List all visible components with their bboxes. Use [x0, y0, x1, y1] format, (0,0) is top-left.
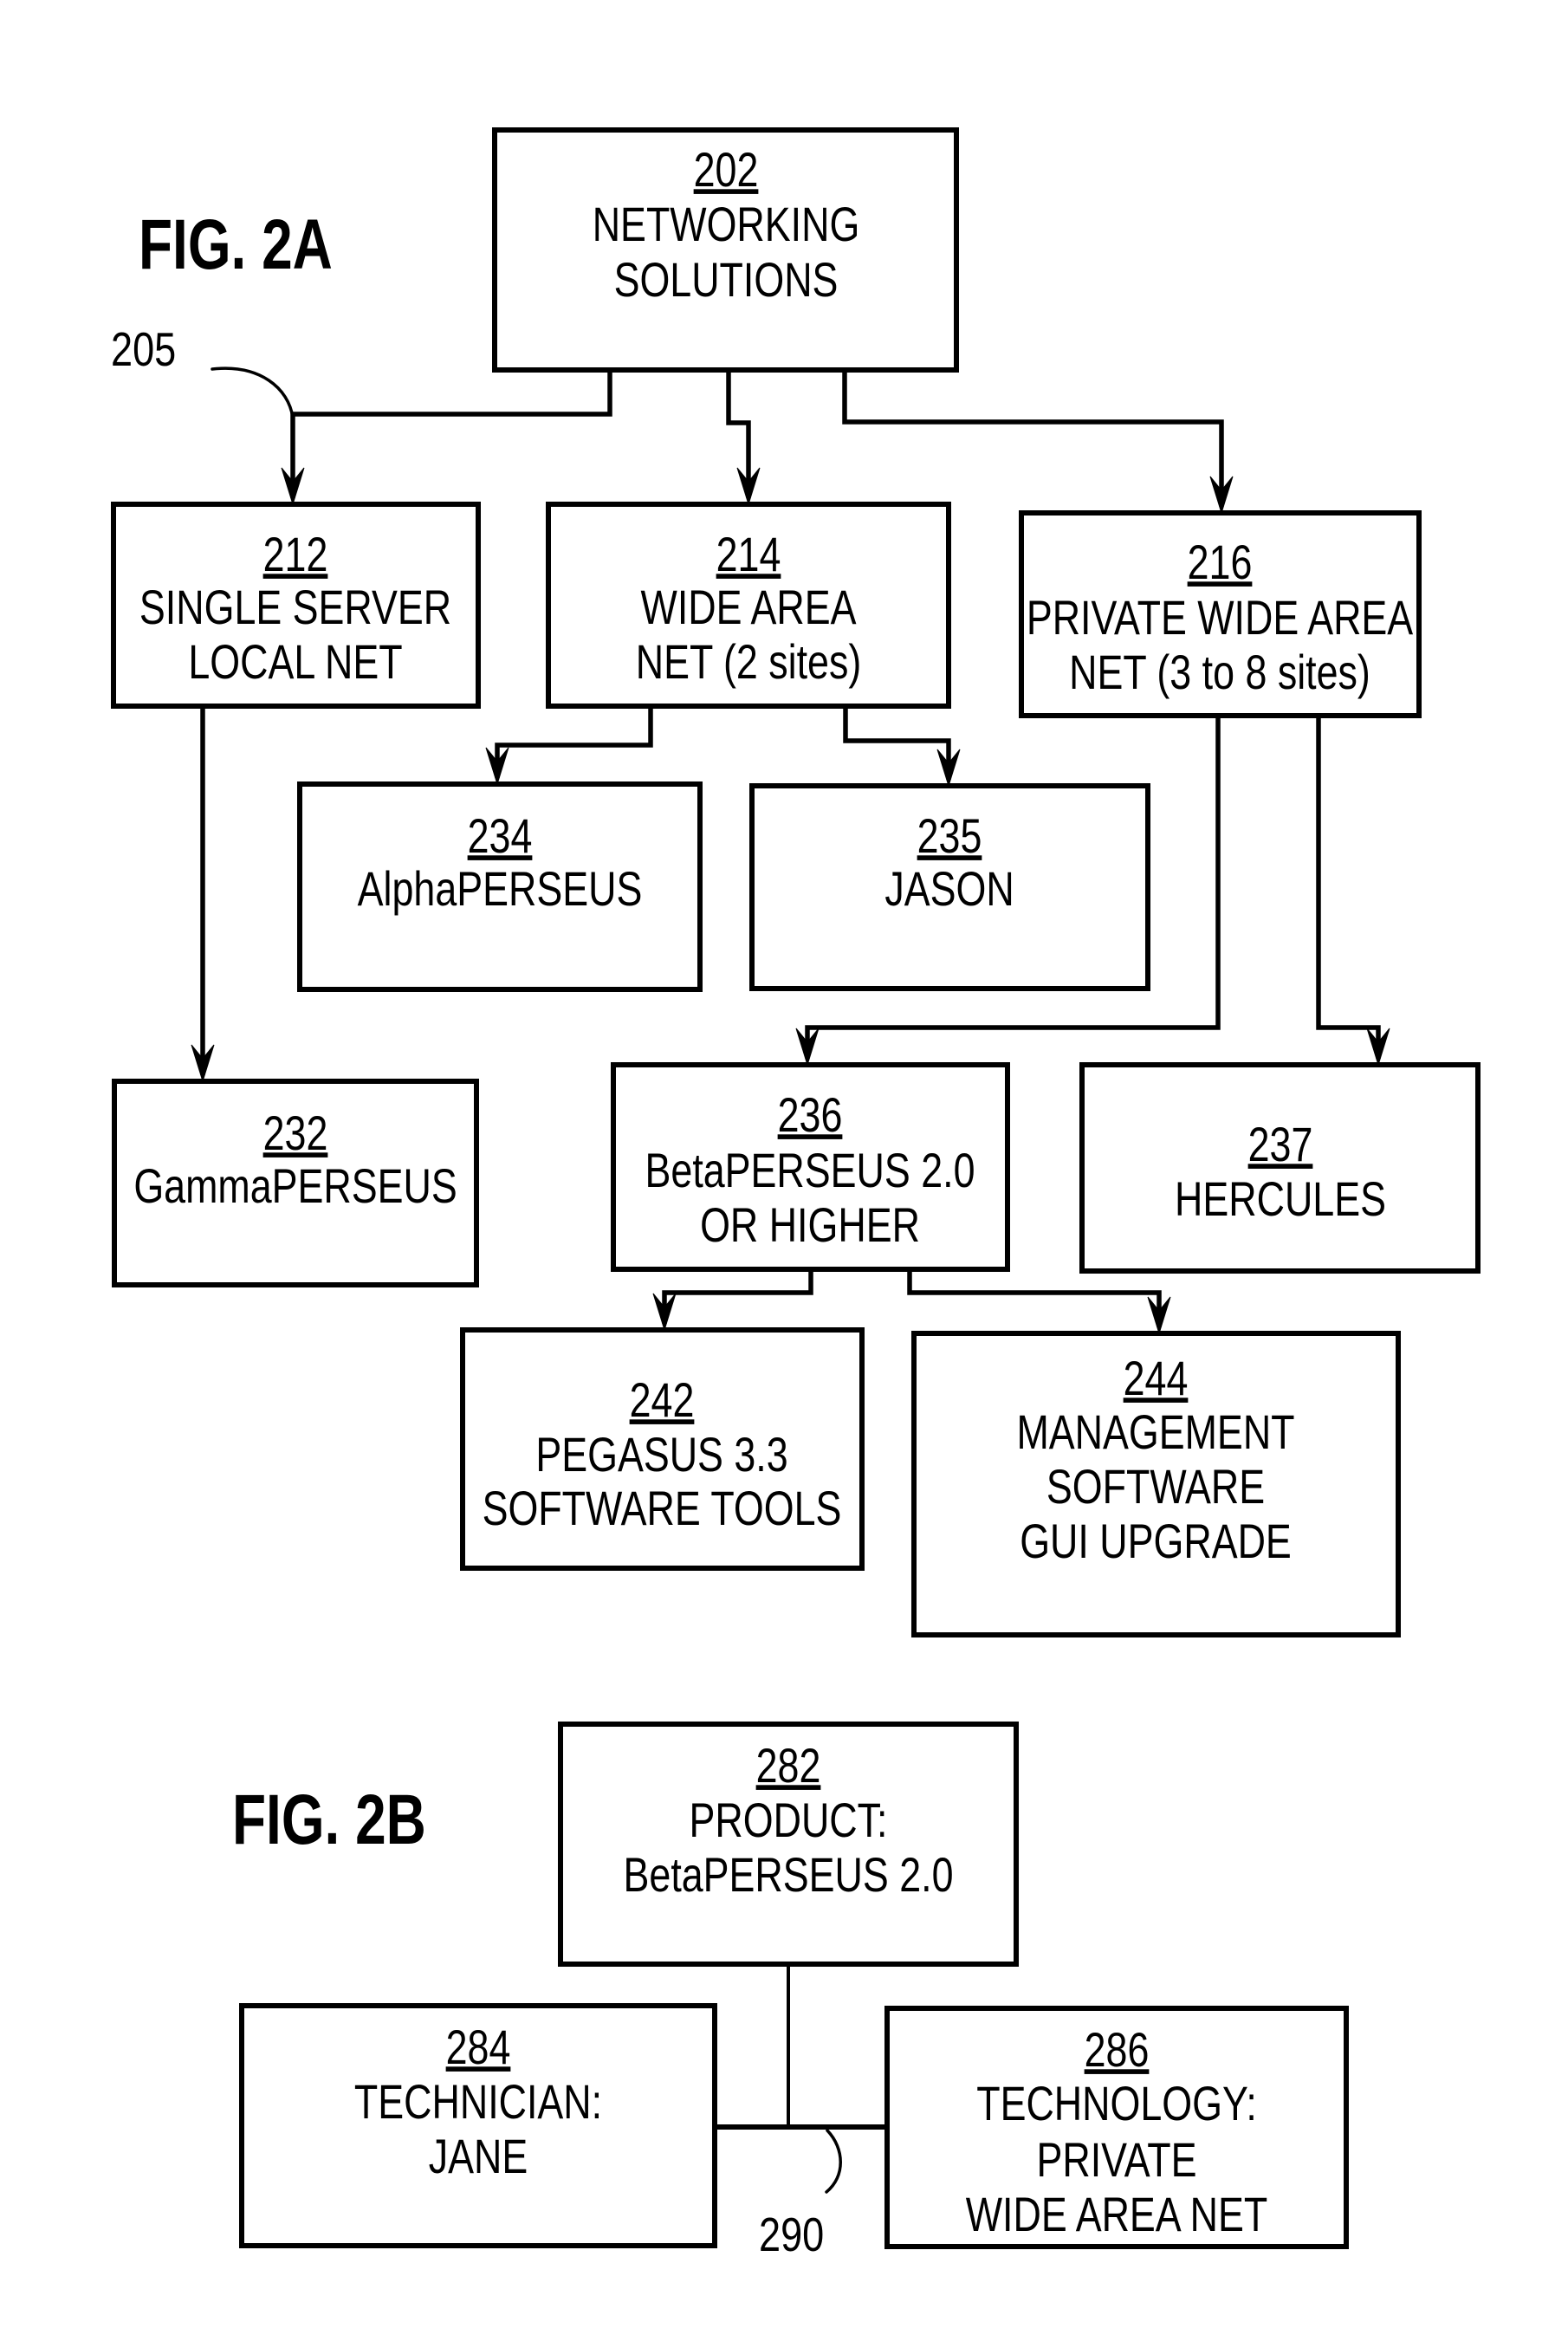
- box-244-management-software[interactable]: 244 MANAGEMENT SOFTWARE GUI UPGRADE: [911, 1331, 1401, 1637]
- figure-2b: FIG. 2B 290 282 PRODUCT: BetaPERSEUS 2.0…: [232, 1722, 1349, 2261]
- box-236-line-2: OR HIGHER: [700, 1197, 920, 1252]
- box-216-private-wide-area-net[interactable]: 216 PRIVATE WIDE AREA NET (3 to 8 sites): [1019, 510, 1422, 718]
- box-214-wide-area-net[interactable]: 214 WIDE AREA NET (2 sites): [546, 502, 951, 709]
- box-286-technology[interactable]: 286 TECHNOLOGY: PRIVATE WIDE AREA NET: [884, 2006, 1349, 2249]
- callout-label-205: 205: [111, 322, 176, 376]
- box-242-ref: 242: [630, 1372, 695, 1427]
- box-202-ref: 202: [694, 142, 759, 197]
- box-286-ref: 286: [1085, 2022, 1150, 2077]
- connector-202-to-212: [290, 367, 612, 498]
- box-202-line-1: NETWORKING: [593, 197, 860, 251]
- box-242-line-1: PEGASUS 3.3: [535, 1427, 787, 1482]
- connector-214-to-235: [843, 704, 951, 780]
- callout-leader-290: [825, 2129, 842, 2194]
- box-237-ref: 237: [1248, 1117, 1313, 1171]
- box-212-ref: 212: [263, 527, 328, 581]
- box-282-line-1: PRODUCT:: [690, 1793, 888, 1847]
- callout-label-290: 290: [759, 2208, 824, 2261]
- box-216-line-1: PRIVATE WIDE AREA: [1027, 590, 1414, 645]
- box-236-betaperseus[interactable]: 236 BetaPERSEUS 2.0 OR HIGHER: [611, 1062, 1010, 1272]
- box-235-jason[interactable]: 235 JASON: [749, 783, 1150, 991]
- box-202-networking-solutions[interactable]: 202 NETWORKING SOLUTIONS: [492, 127, 959, 373]
- box-216-ref: 216: [1188, 535, 1253, 589]
- patent-figure-canvas: FIG. 2A 205 202 NETWORKING SOLUTIONS 212…: [111, 127, 1481, 2261]
- callout-leader-205: [211, 366, 295, 419]
- box-286-line-2: PRIVATE: [1036, 2132, 1196, 2187]
- connector-202-to-216: [842, 367, 1224, 507]
- box-214-line-1: WIDE AREA: [641, 580, 857, 634]
- box-282-line-2: BetaPERSEUS 2.0: [624, 1847, 954, 1902]
- box-232-gammaperseus[interactable]: 232 GammaPERSEUS: [112, 1079, 479, 1287]
- box-212-line-2: LOCAL NET: [188, 634, 402, 689]
- box-232-line-1: GammaPERSEUS: [133, 1158, 457, 1213]
- box-212-line-1: SINGLE SERVER: [139, 580, 451, 634]
- connector-236-to-242: [662, 1267, 813, 1324]
- box-236-ref: 236: [778, 1087, 843, 1142]
- box-244-line-2: SOFTWARE: [1046, 1459, 1265, 1514]
- box-244-line-3: GUI UPGRADE: [1020, 1514, 1292, 1568]
- box-235-ref: 235: [917, 808, 982, 863]
- box-286-line-1: TECHNOLOGY:: [976, 2076, 1257, 2130]
- connector-236-to-244: [907, 1267, 1162, 1327]
- figure-2a: FIG. 2A 205 202 NETWORKING SOLUTIONS 212…: [111, 127, 1481, 1637]
- box-237-hercules[interactable]: 237 HERCULES: [1079, 1062, 1481, 1274]
- box-244-line-1: MANAGEMENT: [1016, 1404, 1294, 1459]
- box-242-line-2: SOFTWARE TOOLS: [483, 1481, 842, 1535]
- box-234-alphaperseus[interactable]: 234 AlphaPERSEUS: [297, 781, 703, 992]
- box-214-line-2: NET (2 sites): [636, 634, 862, 689]
- box-214-ref: 214: [716, 527, 781, 581]
- connector-202-to-214: [726, 367, 751, 498]
- box-284-ref: 284: [446, 2020, 511, 2074]
- box-282-product[interactable]: 282 PRODUCT: BetaPERSEUS 2.0: [558, 1722, 1019, 1967]
- figure-2b-title: FIG. 2B: [232, 1779, 426, 1859]
- box-237-line-1: HERCULES: [1175, 1171, 1386, 1226]
- box-202-line-2: SOLUTIONS: [614, 252, 839, 307]
- box-216-line-2: NET (3 to 8 sites): [1069, 645, 1370, 699]
- box-235-line-1: JASON: [884, 861, 1014, 916]
- box-236-line-1: BetaPERSEUS 2.0: [645, 1143, 975, 1197]
- box-242-pegasus[interactable]: 242 PEGASUS 3.3 SOFTWARE TOOLS: [460, 1327, 865, 1571]
- box-284-line-1: TECHNICIAN:: [354, 2074, 602, 2129]
- box-286-line-3: WIDE AREA NET: [966, 2187, 1267, 2241]
- box-244-ref: 244: [1124, 1351, 1189, 1405]
- box-234-ref: 234: [468, 808, 533, 863]
- box-282-ref: 282: [756, 1738, 821, 1793]
- connector-216-to-237: [1316, 713, 1381, 1059]
- box-232-ref: 232: [263, 1106, 328, 1160]
- connector-214-to-234: [495, 704, 653, 778]
- box-284-technician[interactable]: 284 TECHNICIAN: JANE: [239, 2003, 717, 2248]
- figure-2a-title: FIG. 2A: [139, 204, 333, 284]
- box-234-line-1: AlphaPERSEUS: [358, 861, 643, 916]
- box-212-single-server-local-net[interactable]: 212 SINGLE SERVER LOCAL NET: [111, 502, 481, 709]
- box-284-line-2: JANE: [429, 2129, 528, 2183]
